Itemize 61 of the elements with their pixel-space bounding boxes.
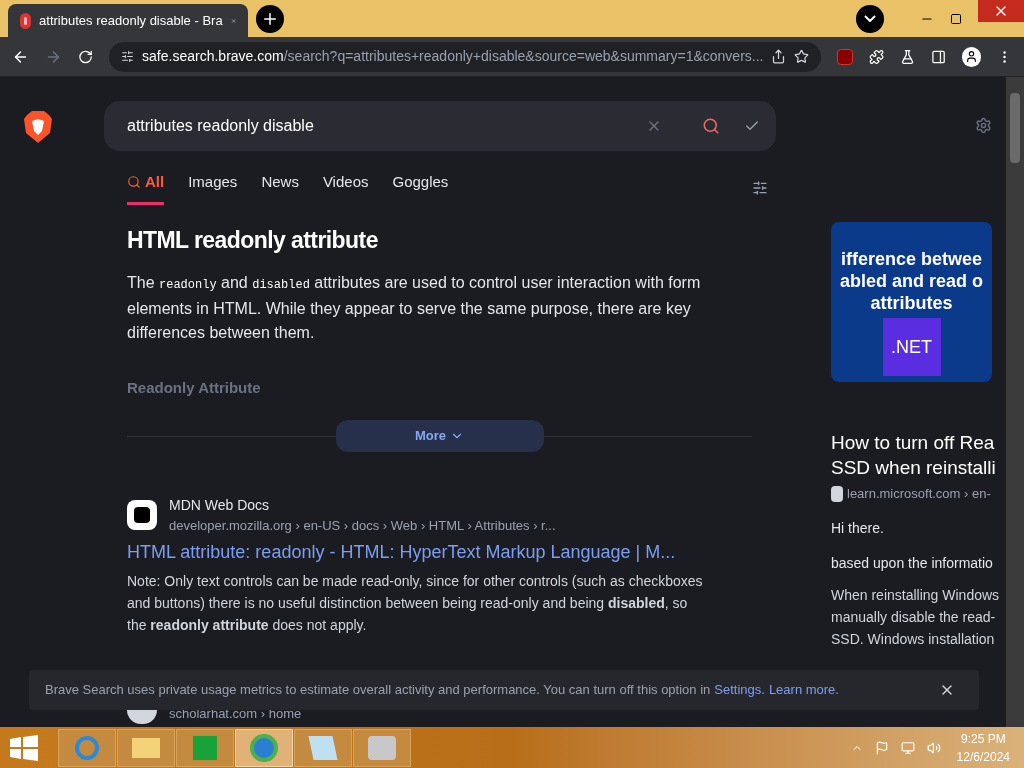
- search-tab[interactable]: Goggles: [392, 171, 449, 205]
- reload-icon[interactable]: [77, 48, 94, 65]
- result-breadcrumb: scholarhat.com › home: [169, 705, 302, 723]
- flask-icon[interactable]: [899, 48, 915, 65]
- article-source: learn.microsoft.com › en-: [847, 485, 991, 503]
- restore-icon[interactable]: [950, 12, 962, 25]
- search-icon: [127, 175, 141, 190]
- search-tab[interactable]: Images: [188, 171, 238, 205]
- summary-paragraph: The readonly and disabled attributes are used to control user interaction with form elements in HTML. While they appear to serve the same purpose, there are key differences between them.: [127, 273, 702, 343]
- settings-icon[interactable]: [975, 117, 992, 134]
- result-breadcrumb: developer.mozilla.org › en-US › docs › Web › HTML › Attributes › r...: [169, 516, 556, 535]
- filter-icon[interactable]: [752, 179, 768, 196]
- article-thumbnail[interactable]: ifference betwee abled and read o attributes .NET: [831, 222, 992, 382]
- search-tab[interactable]: News: [261, 171, 299, 205]
- thumbnail-text: abled and read o: [839, 270, 983, 292]
- close-window-button[interactable]: [978, 0, 1024, 22]
- network-icon[interactable]: [900, 740, 915, 755]
- thumbnail-text: attributes: [870, 292, 953, 314]
- thumbnail-text: ifference betwee: [840, 248, 983, 270]
- sidebar-icon[interactable]: [930, 48, 947, 65]
- tab-title: attributes readonly disable - Bra: [39, 11, 223, 30]
- search-icon[interactable]: [702, 117, 720, 135]
- taskbar-app[interactable]: [294, 728, 352, 767]
- result-snippet: Note: Only text controls can be made read-only, since for other controls (such as checkboxes and buttons) there is no useful distinction between being read-only and being disabled, so the readonly attribute does not apply.: [127, 572, 704, 635]
- browser-tab[interactable]: attributes readonly disable - Bra: [8, 4, 248, 37]
- address-bar[interactable]: safe.search.brave.com/search?q=attributes+readonly+disable&source=web&summary=1&convers...: [109, 41, 822, 72]
- thumbnail-badge: .NET: [882, 318, 941, 376]
- settings-link[interactable]: Settings.: [714, 680, 765, 700]
- site-name: MDN Web Docs: [169, 495, 271, 515]
- summary-title: HTML readonly attribute: [127, 225, 379, 255]
- url-text: safe.search.brave.com/search?q=attributes+readonly+disable&source=web&summary=1&convers...: [142, 47, 764, 66]
- article-text: When reinstalling Windows manually disable the read- SSD. Windows installation: [831, 585, 1001, 649]
- section-heading: Readonly Attribute: [127, 378, 262, 398]
- article-title[interactable]: How to turn off Rea: [831, 430, 1006, 455]
- page-icon: [831, 485, 843, 502]
- banner-text: Brave Search uses private usage metrics to estimate overall activity and performance. You can turn off this option in: [45, 681, 711, 700]
- profile-icon[interactable]: [962, 46, 981, 67]
- search-tab[interactable]: All: [127, 171, 165, 205]
- chevron-down-icon: [864, 15, 876, 22]
- taskbar-app[interactable]: [353, 728, 411, 767]
- flag-icon[interactable]: [874, 740, 889, 755]
- article-text: Hi there.: [831, 518, 885, 538]
- site-info-icon[interactable]: [121, 50, 135, 63]
- article-text: based upon the informatio: [831, 553, 994, 573]
- search-tab[interactable]: Videos: [322, 171, 369, 205]
- learn-more-link[interactable]: Learn more.: [768, 680, 839, 700]
- share-icon[interactable]: [771, 49, 787, 64]
- bookmark-star-icon[interactable]: [794, 49, 810, 64]
- extensions-icon[interactable]: [868, 48, 884, 65]
- tab-search-button[interactable]: [856, 4, 884, 33]
- article-title[interactable]: SSD when reinstalli: [831, 455, 1006, 480]
- search-field[interactable]: attributes readonly disable: [104, 101, 776, 151]
- site-favicon: [127, 499, 157, 530]
- taskbar-app[interactable]: [117, 728, 175, 767]
- more-button[interactable]: More: [335, 419, 544, 452]
- windows-start-icon[interactable]: [10, 734, 38, 761]
- new-tab-button[interactable]: [256, 4, 284, 33]
- result-title-link[interactable]: HTML attribute: readonly - HTML: HyperText Markup Language | M...: [127, 539, 752, 566]
- scrollbar[interactable]: [1006, 77, 1024, 727]
- taskbar-app[interactable]: [235, 728, 293, 767]
- speaker-icon[interactable]: [926, 740, 941, 755]
